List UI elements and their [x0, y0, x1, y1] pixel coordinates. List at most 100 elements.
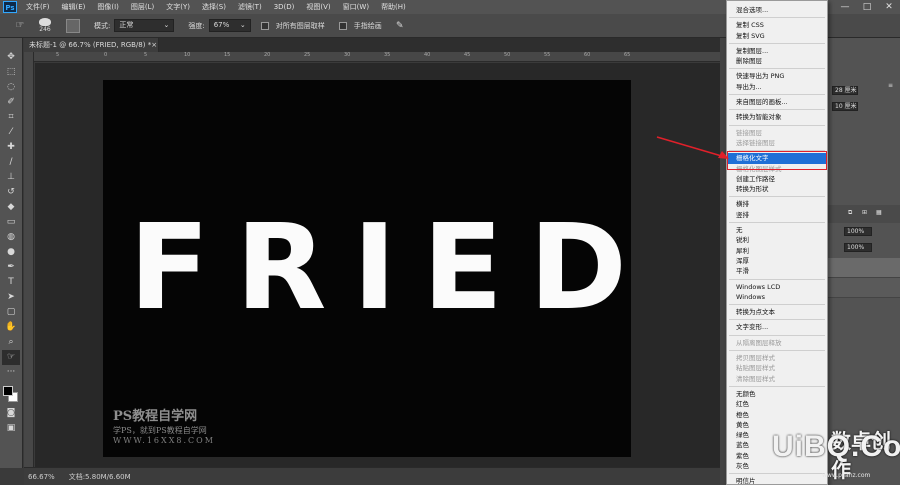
- gradient-tool-icon[interactable]: ▭: [2, 215, 20, 230]
- dodge-tool-icon[interactable]: ●: [2, 245, 20, 260]
- context-menu-item[interactable]: 创建工作路径: [727, 174, 827, 184]
- context-menu-item[interactable]: 横排: [727, 199, 827, 209]
- smudge-tool-preset-icon[interactable]: ☞: [8, 16, 32, 36]
- context-menu-item[interactable]: 删除图层: [727, 56, 827, 66]
- close-button[interactable]: ✕: [878, 0, 900, 14]
- menu-image[interactable]: 图像(I): [91, 2, 125, 12]
- strength-input[interactable]: 67% ⌄: [208, 19, 251, 32]
- layer-opacity-field[interactable]: 100%: [844, 227, 872, 236]
- layer-row-background[interactable]: [828, 278, 900, 298]
- menu-file[interactable]: 文件(F): [20, 2, 56, 12]
- finger-painting-checkbox[interactable]: [338, 21, 347, 30]
- context-menu-item[interactable]: 文字变形...: [727, 322, 827, 332]
- context-menu-item[interactable]: 快速导出为 PNG: [727, 71, 827, 81]
- eraser-tool-icon[interactable]: ◆: [2, 200, 20, 215]
- sample-all-layers-checkbox[interactable]: [260, 21, 269, 30]
- context-menu-item[interactable]: 转换为形状: [727, 184, 827, 194]
- context-menu-item[interactable]: 复制 SVG: [727, 31, 827, 41]
- crop-tool-icon[interactable]: ⌗: [2, 110, 20, 125]
- pen-tool-icon[interactable]: ✒: [2, 260, 20, 275]
- context-menu-item[interactable]: 导出为...: [727, 82, 827, 92]
- layer-row-text[interactable]: [828, 258, 900, 278]
- context-menu-item[interactable]: 犀利: [727, 246, 827, 256]
- panel-menu-icon[interactable]: ≡: [888, 82, 893, 89]
- context-menu-item[interactable]: 锐利: [727, 235, 827, 245]
- ruler-tick: 55: [544, 52, 551, 58]
- context-menu-item[interactable]: Windows: [727, 292, 827, 302]
- menu-edit[interactable]: 编辑(E): [56, 2, 92, 12]
- menu-3d[interactable]: 3D(D): [268, 3, 301, 11]
- height-field[interactable]: 10 厘米: [832, 102, 858, 111]
- ruler-tick: 10: [184, 52, 191, 58]
- menu-window[interactable]: 窗口(W): [337, 2, 375, 12]
- context-menu-item[interactable]: 平滑: [727, 266, 827, 276]
- context-menu-item[interactable]: 浑厚: [727, 256, 827, 266]
- smudge-tool-icon[interactable]: ☞: [2, 350, 20, 365]
- mode-select-value: 正常: [119, 21, 134, 29]
- context-menu-item[interactable]: 转换为点文本: [727, 307, 827, 317]
- maximize-button[interactable]: □: [856, 0, 878, 14]
- document-canvas[interactable]: FRIED PS教程自学网 学PS，就到PS教程自学网 WWW.16XX8.CO…: [103, 80, 631, 457]
- clone-stamp-tool-icon[interactable]: ⊥: [2, 170, 20, 185]
- brush-size-picker[interactable]: 246: [32, 16, 58, 36]
- brush-tool-icon[interactable]: ∕: [2, 155, 20, 170]
- mode-select[interactable]: 正常 ⌄: [114, 19, 175, 32]
- context-menu-item[interactable]: 转换为智能对象: [727, 112, 827, 122]
- menu-help[interactable]: 帮助(H): [375, 2, 412, 12]
- layer-add-icon[interactable]: ⊞: [862, 209, 867, 216]
- hand-tool-icon[interactable]: ✋: [2, 320, 20, 335]
- menu-separator: [729, 334, 825, 336]
- history-brush-tool-icon[interactable]: ↺: [2, 185, 20, 200]
- document-tab[interactable]: 未标题-1 @ 66.7% (FRIED, RGB/8) * ×: [24, 38, 159, 52]
- brush-panel-toggle-icon[interactable]: [66, 18, 80, 33]
- zoom-level[interactable]: 66.67%: [28, 473, 55, 481]
- layer-link-icon[interactable]: ⧉: [848, 209, 852, 217]
- type-tool-icon[interactable]: T: [2, 275, 20, 290]
- color-swatches[interactable]: [2, 384, 20, 406]
- context-menu-item[interactable]: 复制图层...: [727, 46, 827, 56]
- layer-mask-icon[interactable]: ▦: [876, 209, 882, 216]
- context-menu-item[interactable]: 混合选项...: [727, 5, 827, 15]
- menu-separator: [729, 68, 825, 70]
- menu-filter[interactable]: 滤镜(T): [232, 2, 268, 12]
- context-menu-item[interactable]: 竖排: [727, 210, 827, 220]
- ruler-tick: 15: [224, 52, 231, 58]
- finger-painting-label: 手指绘画: [353, 21, 382, 30]
- menu-separator: [729, 222, 825, 224]
- close-tab-icon[interactable]: ×: [151, 38, 157, 52]
- menu-select[interactable]: 选择(S): [196, 2, 232, 12]
- ruler-tick: 20: [264, 52, 271, 58]
- marquee-tool-icon[interactable]: ⬚: [2, 65, 20, 80]
- menu-type[interactable]: 文字(Y): [160, 2, 196, 12]
- healing-brush-tool-icon[interactable]: ✚: [2, 140, 20, 155]
- context-menu-item[interactable]: Windows LCD: [727, 282, 827, 292]
- minimize-button[interactable]: —: [834, 0, 856, 14]
- layer-fill-field[interactable]: 100%: [844, 243, 872, 252]
- foreground-color-swatch[interactable]: [3, 386, 13, 396]
- blur-tool-icon[interactable]: ◍: [2, 230, 20, 245]
- pressure-pen-icon[interactable]: ✎: [394, 20, 406, 32]
- context-menu-item[interactable]: 复制 CSS: [727, 20, 827, 30]
- quick-mask-icon[interactable]: ◙: [2, 406, 20, 421]
- width-field[interactable]: 28 厘米: [832, 86, 858, 95]
- menu-separator: [729, 350, 825, 352]
- shape-tool-icon[interactable]: ▢: [2, 305, 20, 320]
- context-menu-item: 清除图层样式: [736, 374, 775, 383]
- screen-mode-icon[interactable]: ▣: [2, 421, 20, 436]
- context-menu-item[interactable]: 橙色: [727, 410, 827, 420]
- context-menu-item[interactable]: 来自图层的画板...: [727, 97, 827, 107]
- lasso-tool-icon[interactable]: ◌: [2, 80, 20, 95]
- move-tool-icon[interactable]: ✥: [2, 50, 20, 65]
- quick-select-tool-icon[interactable]: ✐: [2, 95, 20, 110]
- context-menu-item[interactable]: 无颜色: [727, 389, 827, 399]
- zoom-tool-icon[interactable]: ⌕: [2, 335, 20, 350]
- path-select-tool-icon[interactable]: ➤: [2, 290, 20, 305]
- status-bar: 66.67% 文档:5.80M/6.60M: [24, 467, 720, 485]
- eyedropper-tool-icon[interactable]: ⁄: [2, 125, 20, 140]
- context-menu-item[interactable]: 无: [727, 225, 827, 235]
- more-tools-icon[interactable]: ···: [2, 365, 20, 380]
- menu-layer[interactable]: 图层(L): [125, 2, 160, 12]
- context-menu-item: 链接图层: [736, 128, 762, 137]
- context-menu-item[interactable]: 红色: [727, 399, 827, 409]
- menu-view[interactable]: 视图(V): [300, 2, 336, 12]
